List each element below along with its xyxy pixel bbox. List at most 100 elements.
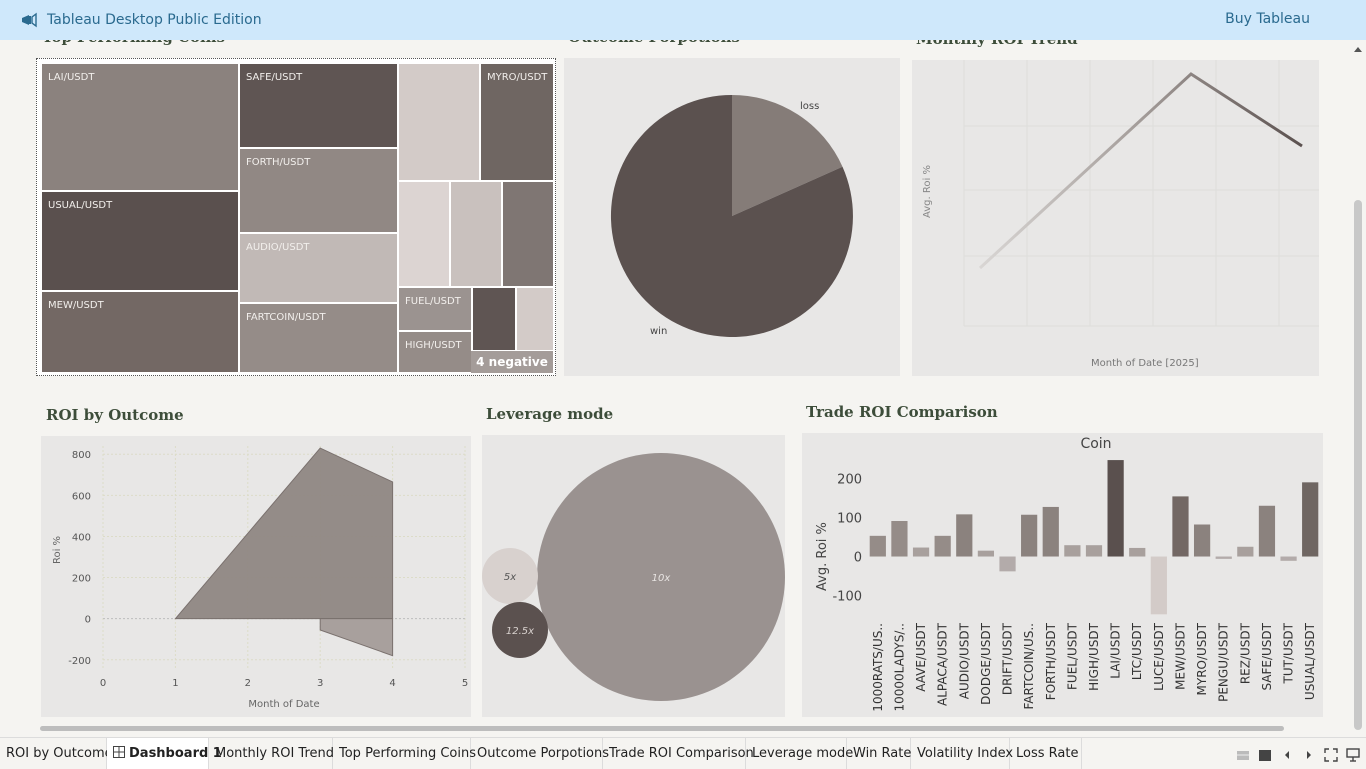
roi-by-outcome-title: ROI by Outcome: [46, 406, 184, 424]
x-tick-label: 10000LADYS/..: [892, 623, 906, 712]
treemap-tile[interactable]: MEW/USDT: [41, 291, 239, 373]
tab-label: ROI by Outcome: [6, 746, 113, 761]
roi-outcome-panel: 800 600 400 200 0 -200 0 1 2 3 4 5 Month of Date Roi …: [41, 436, 471, 717]
tab-trade-roi-comparison[interactable]: Trade ROI Comparison: [603, 738, 754, 769]
x-tick-label: FARTCOIN/US..: [1022, 623, 1036, 710]
scrollbar-thumb[interactable]: [1354, 200, 1362, 730]
grid-view-icon[interactable]: [1236, 748, 1250, 762]
bar[interactable]: [891, 520, 908, 557]
treemap-tile[interactable]: [502, 181, 554, 287]
tab-volatility-index[interactable]: Volatility Index: [911, 738, 1013, 769]
treemap-tile[interactable]: FARTCOIN/USDT: [239, 303, 398, 373]
tile-label: AUDIO/USDT: [246, 242, 310, 253]
x-tick-label: LUCE/USDT: [1152, 622, 1166, 691]
bar[interactable]: [1280, 556, 1297, 561]
monthly-roi-line[interactable]: [978, 72, 1303, 270]
tab-loss-rate[interactable]: Loss Rate: [1010, 738, 1082, 769]
tab-outcome-porpotions[interactable]: Outcome Porpotions: [471, 738, 609, 769]
x-tick-label: HIGH/USDT: [1087, 622, 1101, 691]
treemap-tile[interactable]: [472, 287, 516, 351]
x-tick-label: 3: [317, 678, 323, 689]
x-tick-label: 5: [462, 678, 468, 689]
x-tick-label: REZ/USDT: [1238, 622, 1252, 684]
area-series-2[interactable]: [319, 618, 394, 657]
tab-monthly-roi-trend[interactable]: Monthly ROI Trend: [209, 738, 334, 769]
tab-label: Trade ROI Comparison: [609, 746, 754, 761]
treemap-tile[interactable]: HIGH/USDT: [398, 331, 472, 373]
bar[interactable]: [1150, 556, 1167, 615]
bar[interactable]: [1042, 506, 1059, 557]
bar[interactable]: [977, 550, 995, 557]
x-tick-label: MYRO/USDT: [1195, 622, 1209, 695]
coin-header: Coin: [1080, 436, 1111, 452]
x-tick-label: SAFE/USDT: [1260, 622, 1274, 690]
bar[interactable]: [869, 535, 886, 557]
y-tick-label: 400: [72, 532, 91, 543]
bar[interactable]: [912, 547, 930, 557]
presentation-icon[interactable]: [1346, 748, 1360, 762]
area-series-1[interactable]: [174, 447, 394, 620]
treemap-tile[interactable]: [450, 181, 502, 287]
treemap-tile[interactable]: [398, 181, 450, 287]
tab-label: Loss Rate: [1016, 746, 1079, 761]
y-tick-label: 800: [72, 450, 91, 461]
tab-top-performing-coins[interactable]: Top Performing Coins: [333, 738, 476, 769]
treemap-tile[interactable]: USUAL/USDT: [41, 191, 239, 291]
scroll-up-icon[interactable]: [1354, 47, 1362, 52]
treemap-tile[interactable]: AUDIO/USDT: [239, 233, 398, 303]
x-axis-label: Month of Date: [248, 699, 319, 710]
vertical-scrollbar[interactable]: [1350, 40, 1366, 730]
bar[interactable]: [1172, 496, 1189, 557]
next-sheet-icon[interactable]: [1304, 748, 1314, 762]
fullscreen-icon[interactable]: [1324, 748, 1338, 762]
bar[interactable]: [1064, 545, 1081, 557]
bar[interactable]: [1302, 482, 1319, 557]
treemap-tile[interactable]: MYRO/USDT: [480, 63, 554, 181]
x-tick-label: PENGU/USDT: [1217, 622, 1231, 702]
bar[interactable]: [1237, 546, 1254, 557]
treemap-tile[interactable]: LAI/USDT: [41, 63, 239, 191]
treemap-panel[interactable]: LAI/USDT USUAL/USDT MEW/USDT SAFE/USDT F…: [36, 58, 556, 376]
tab-win-rate[interactable]: Win Rate: [847, 738, 911, 769]
tab-dashboard-1[interactable]: Dashboard 1: [107, 738, 222, 769]
y-tick-label: 100: [837, 511, 862, 526]
bar[interactable]: [1085, 545, 1103, 557]
treemap-tile[interactable]: [516, 287, 554, 351]
treemap-tile[interactable]: [398, 63, 480, 181]
bar[interactable]: [1258, 505, 1276, 557]
buy-tableau-link[interactable]: Buy Tableau: [1225, 11, 1310, 27]
leverage-bubble-chart: 5x 10x 12.5x: [482, 453, 785, 701]
negative-values-badge[interactable]: 4 negative: [471, 351, 553, 373]
tile-label: HIGH/USDT: [405, 340, 462, 351]
bar[interactable]: [1193, 524, 1211, 557]
y-axis-label: Roi %: [52, 536, 63, 564]
bar[interactable]: [934, 535, 951, 557]
treemap-tile[interactable]: FORTH/USDT: [239, 148, 398, 233]
bar[interactable]: [999, 556, 1016, 572]
outcome-pie-chart: loss win: [610, 94, 853, 337]
bar[interactable]: [1021, 514, 1038, 557]
bubble-label-10x: 10x: [652, 573, 671, 584]
treemap-tile[interactable]: FUEL/USDT: [398, 287, 472, 331]
tile-label: FORTH/USDT: [246, 157, 311, 168]
tile-label: MEW/USDT: [48, 300, 104, 311]
y-tick-label: 0: [85, 615, 91, 626]
y-tick-label: 600: [72, 491, 91, 502]
outcome-pie-panel: loss win: [564, 58, 900, 376]
y-tick-label: 200: [72, 574, 91, 585]
bar[interactable]: [1107, 460, 1124, 557]
x-tick-label: USUAL/USDT: [1303, 622, 1317, 700]
filmstrip-icon[interactable]: [1258, 748, 1272, 762]
horizontal-scrollbar[interactable]: [40, 726, 1284, 731]
bar[interactable]: [1215, 556, 1232, 559]
prev-sheet-icon[interactable]: [1282, 748, 1292, 762]
tab-roi-by-outcome[interactable]: ROI by Outcome: [0, 738, 113, 769]
megaphone-icon: [22, 12, 37, 28]
y-tick-label: -200: [68, 656, 91, 667]
tab-leverage-mode[interactable]: Leverage mode: [746, 738, 853, 769]
dashboard-icon: [113, 746, 125, 758]
treemap-tile[interactable]: SAFE/USDT: [239, 63, 398, 148]
bar[interactable]: [956, 514, 973, 557]
bar[interactable]: [1129, 547, 1146, 557]
y-tick-label: 0: [854, 551, 862, 566]
